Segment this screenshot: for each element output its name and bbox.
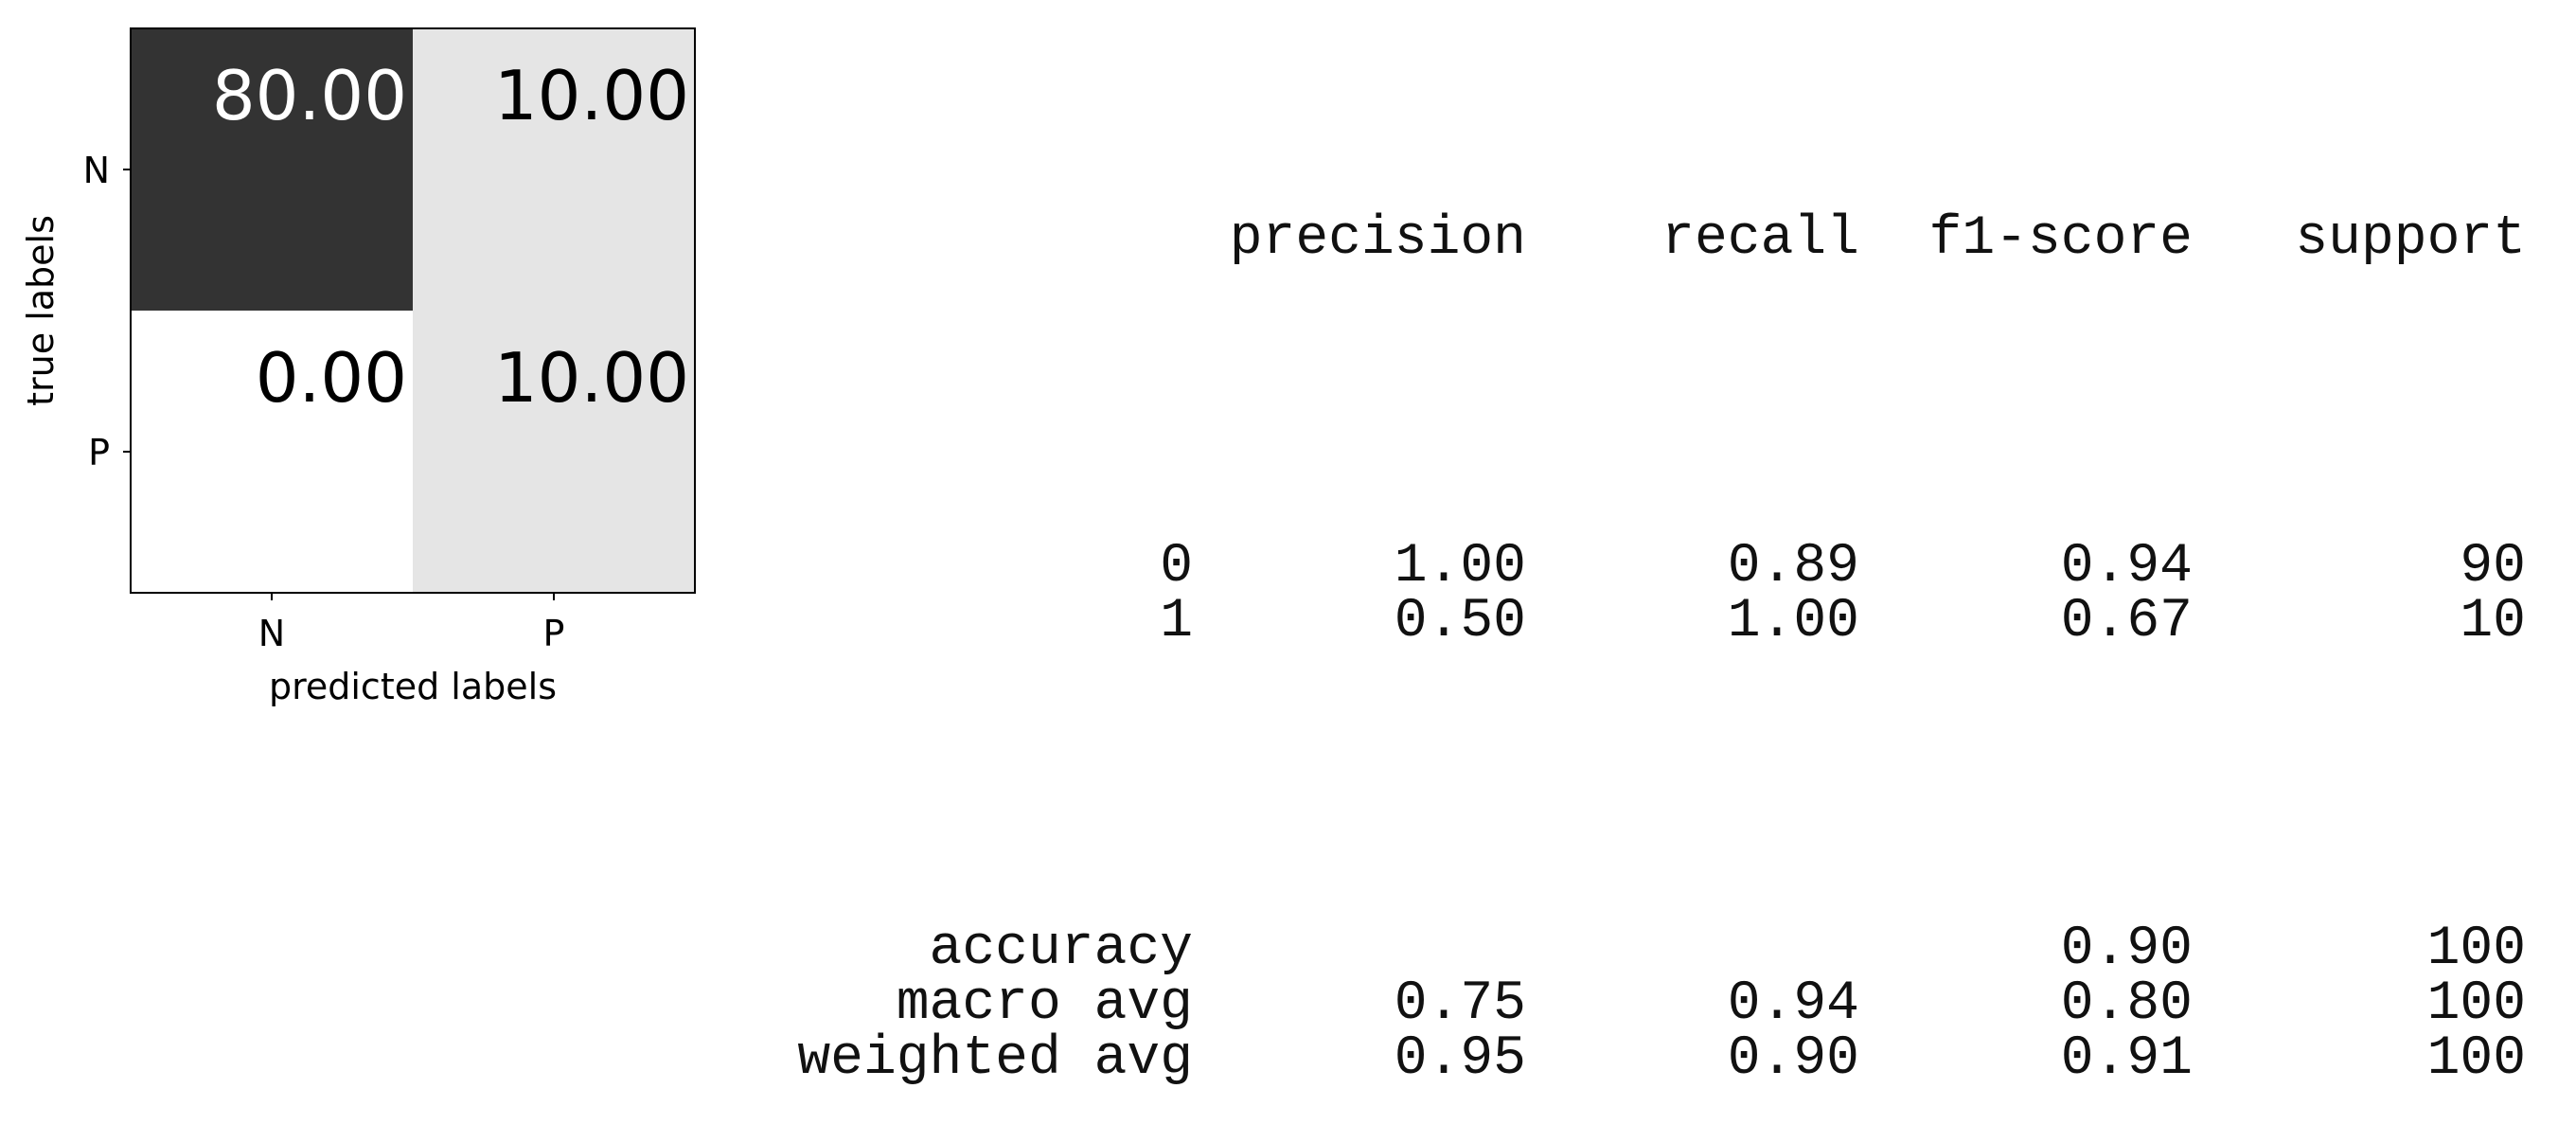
support-value: 100 bbox=[2426, 1028, 2526, 1090]
support-value: 90 bbox=[2460, 536, 2526, 598]
header-support: support bbox=[2295, 208, 2526, 270]
heatmap-cell-label: 0.00 bbox=[256, 338, 407, 418]
recall-value: 0.89 bbox=[1727, 536, 1859, 598]
precision-value: 0.50 bbox=[1394, 591, 1526, 652]
heatmap-cell-label: 80.00 bbox=[212, 56, 407, 135]
f1-score-value: 0.91 bbox=[2060, 1028, 2193, 1090]
summary-row: accuracy 0.90 100 bbox=[757, 922, 2526, 977]
support-value: 10 bbox=[2460, 591, 2526, 652]
heatmap-cell-label: 10.00 bbox=[494, 56, 689, 135]
recall-value: 0.94 bbox=[1727, 973, 1859, 1035]
row-label: 1 bbox=[1160, 591, 1193, 652]
support-value: 100 bbox=[2426, 973, 2526, 1035]
row-label: accuracy bbox=[929, 919, 1193, 980]
row-label: weighted avg bbox=[797, 1028, 1193, 1090]
f1-score-value: 0.67 bbox=[2060, 591, 2193, 652]
summary-row: weighted avg 0.95 0.90 0.91 100 bbox=[757, 1032, 2526, 1087]
header-precision: precision bbox=[1229, 208, 1526, 270]
recall-value bbox=[1526, 922, 1859, 977]
recall-value: 0.90 bbox=[1727, 1028, 1859, 1090]
precision-value: 1.00 bbox=[1394, 536, 1526, 598]
precision-value: 0.95 bbox=[1394, 1028, 1526, 1090]
x-axis-label: predicted labels bbox=[269, 666, 557, 707]
header-f1-score: f1-score bbox=[1928, 208, 2193, 270]
y-axis-label: true labels bbox=[20, 215, 62, 406]
header-recall: recall bbox=[1661, 208, 1859, 270]
header-blank bbox=[757, 212, 1193, 267]
class-row: 0 1.00 0.89 0.94 90 bbox=[757, 540, 2526, 595]
row-label: macro avg bbox=[896, 973, 1193, 1035]
row-label: 0 bbox=[1160, 536, 1193, 598]
y-tick-label: N bbox=[83, 150, 110, 191]
report-header-row: precision recall f1-score support bbox=[757, 212, 2526, 267]
recall-value: 1.00 bbox=[1727, 591, 1859, 652]
precision-value bbox=[1193, 922, 1526, 977]
class-row: 1 0.50 1.00 0.67 10 bbox=[757, 595, 2526, 650]
summary-row: macro avg 0.75 0.94 0.80 100 bbox=[757, 977, 2526, 1032]
f1-score-value: 0.94 bbox=[2060, 536, 2193, 598]
support-value: 100 bbox=[2426, 919, 2526, 980]
classification-report: precision recall f1-score support 0 1.00 0… bbox=[757, 102, 2526, 1142]
y-tick-label: P bbox=[88, 432, 110, 473]
confusion-matrix-heatmap: 80.00 10.00 0.00 10.00 N P N P predicted label… bbox=[20, 27, 696, 707]
f1-score-value: 0.80 bbox=[2060, 973, 2193, 1035]
x-tick-label: P bbox=[543, 613, 565, 654]
f1-score-value: 0.90 bbox=[2060, 919, 2193, 980]
precision-value: 0.75 bbox=[1394, 973, 1526, 1035]
heatmap-cell-label: 10.00 bbox=[494, 338, 689, 418]
x-tick-label: N bbox=[258, 613, 285, 654]
